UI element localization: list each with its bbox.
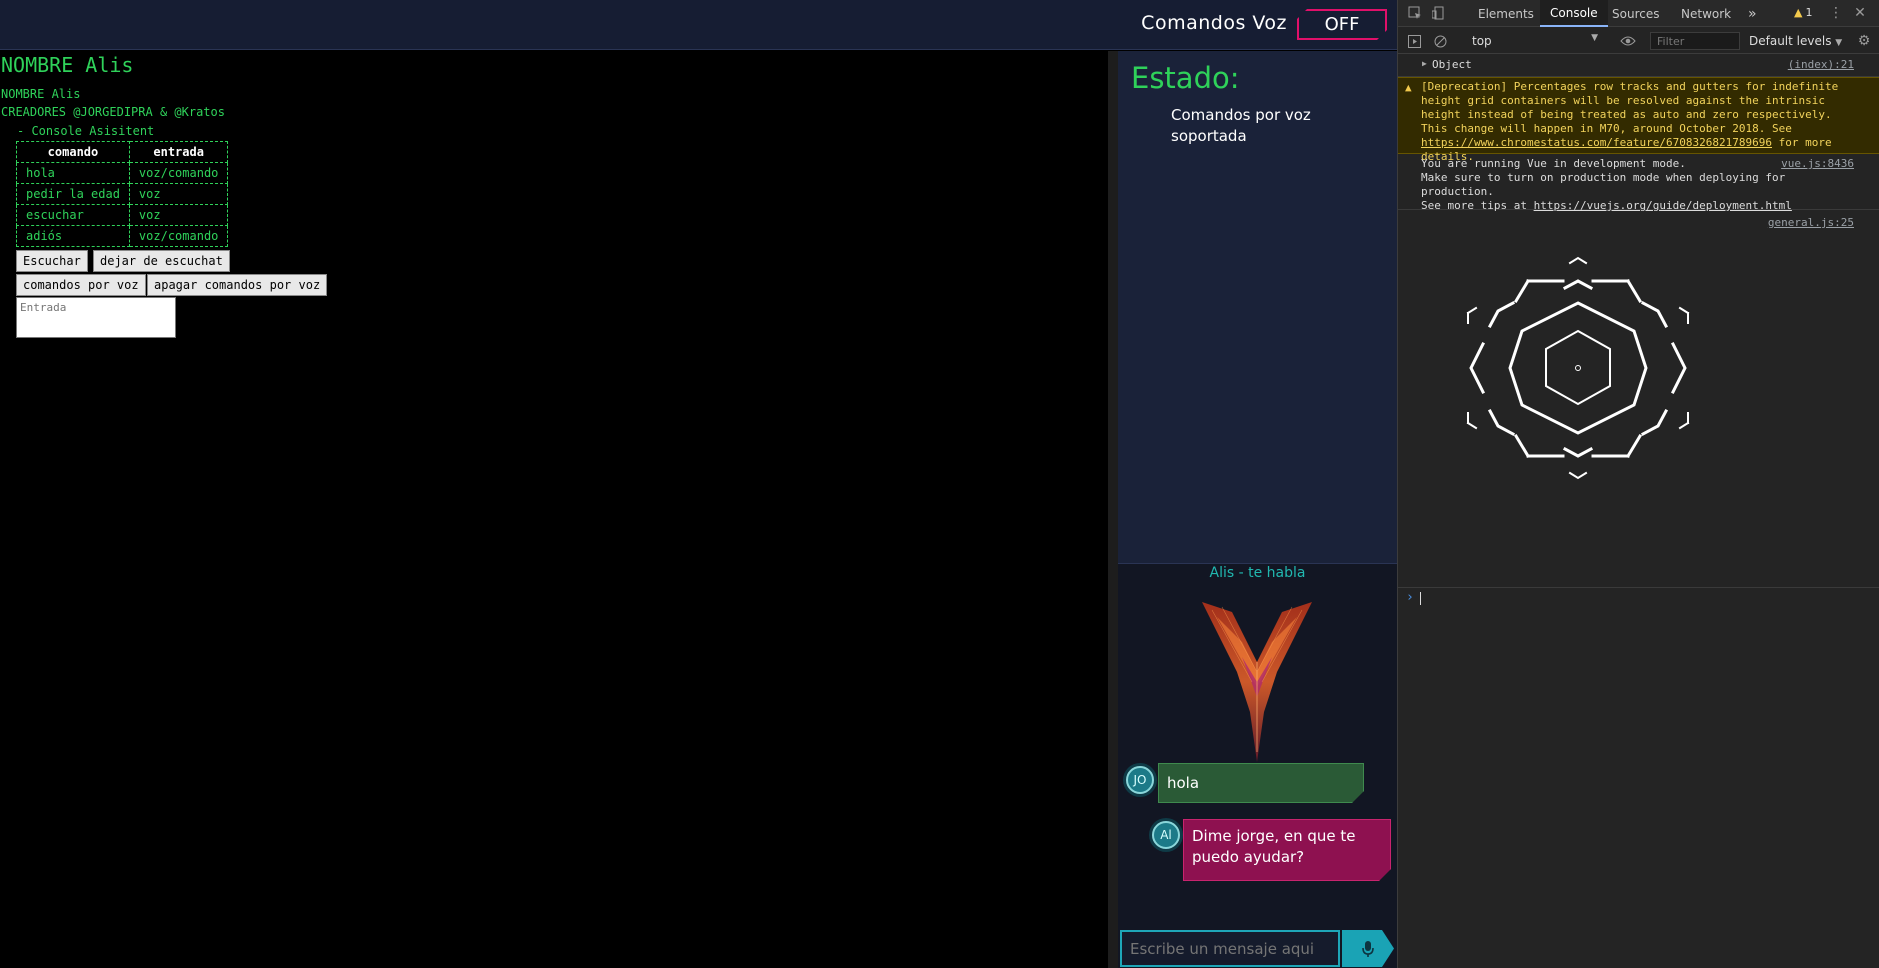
input-type-cell: voz/comando: [128, 225, 229, 247]
disable-voice-commands-button[interactable]: apagar comandos por voz: [147, 274, 328, 296]
warning-icon: ▲: [1405, 81, 1412, 94]
command-cell: hola: [16, 162, 130, 184]
assistant-message-bubble: Dime jorge, en que te puedo ayudar?: [1183, 819, 1391, 881]
assistant-emblem-icon: [1202, 602, 1312, 762]
log-source-link[interactable]: (index):21: [1788, 58, 1854, 71]
app-header: Comandos Voz OFF: [0, 0, 1397, 50]
voice-commands-button[interactable]: comandos por voz: [16, 274, 146, 296]
console-toolbar: top ▼ Filter Default levels ▼ ⚙: [1398, 28, 1879, 54]
eye-icon[interactable]: [1620, 33, 1636, 49]
console-prompt[interactable]: ›: [1398, 587, 1879, 609]
text-cursor: [1420, 592, 1421, 605]
expand-triangle-icon[interactable]: ▶: [1422, 59, 1427, 68]
command-cell: adiós: [16, 225, 130, 247]
log-levels-dropdown[interactable]: Default levels ▼: [1749, 34, 1842, 48]
user-message-bubble: hola: [1158, 763, 1364, 803]
assistant-avatar: Al: [1152, 821, 1180, 849]
table-row: escuchar voz: [16, 204, 229, 226]
scrollbar-track[interactable]: [1108, 51, 1118, 968]
input-type-cell: voz: [128, 183, 229, 205]
filter-input[interactable]: Filter: [1650, 32, 1740, 50]
log-source-link[interactable]: vue.js:8436: [1781, 157, 1854, 170]
chevron-down-icon: ▼: [1835, 38, 1843, 48]
sidebar-toggle-icon[interactable]: [1406, 33, 1422, 49]
prompt-chevron-icon: ›: [1406, 590, 1414, 605]
vue-message: You are running Vue in development mode.…: [1421, 157, 1821, 213]
hexagon-logo-icon: [1466, 256, 1690, 480]
chat-title: Alis - te habla: [1209, 565, 1306, 581]
assistant-name-line: NOMBRE Alis: [1, 87, 81, 101]
assistant-console-panel: NOMBRE Alis NOMBRE Alis CREADORES @JORGE…: [0, 51, 1108, 968]
close-icon[interactable]: ✕: [1852, 5, 1868, 21]
tab-network[interactable]: Network: [1671, 0, 1741, 27]
gear-icon[interactable]: ⚙: [1856, 33, 1872, 49]
warning-count: 1: [1805, 6, 1813, 19]
microphone-icon: [1361, 940, 1375, 958]
warnings-counter[interactable]: ▲ 1: [1794, 6, 1812, 19]
column-header-comando: comando: [16, 141, 130, 163]
command-cell: pedir la edad: [16, 183, 130, 205]
log-levels-label: Default levels: [1749, 34, 1832, 48]
log-source-link[interactable]: general.js:25: [1768, 216, 1854, 229]
inspect-element-icon[interactable]: [1407, 5, 1423, 21]
column-header-entrada: entrada: [128, 141, 229, 163]
context-value: top: [1472, 34, 1492, 48]
log-entry-vue: You are running Vue in development mode.…: [1398, 155, 1879, 213]
listen-button[interactable]: Escuchar: [16, 250, 88, 272]
input-type-cell: voz: [128, 204, 229, 226]
log-entry-image: general.js:25: [1398, 211, 1879, 587]
input-type-cell: voz/comando: [128, 162, 229, 184]
log-entry-warning: ▲ [Deprecation] Percentages row tracks a…: [1398, 77, 1879, 163]
chat-panel: Alis - te habla JO hola Al Dime jorge, e…: [1118, 563, 1397, 968]
table-header-row: comando entrada: [16, 141, 229, 163]
warning-icon: ▲: [1794, 6, 1803, 19]
page-title: NOMBRE Alis: [1, 53, 134, 77]
commands-table: comando entrada hola voz/comando pedir l…: [16, 141, 229, 247]
log-object-label: Object: [1432, 58, 1472, 71]
clear-console-icon[interactable]: [1432, 33, 1448, 49]
kebab-menu-icon[interactable]: ⋮: [1828, 5, 1844, 21]
chevron-down-icon: ▼: [1591, 33, 1598, 43]
device-toolbar-icon[interactable]: [1431, 5, 1447, 21]
microphone-button[interactable]: [1342, 930, 1394, 967]
entrada-textarea[interactable]: [16, 297, 176, 338]
warning-message: [Deprecation] Percentages row tracks and…: [1421, 80, 1861, 164]
tab-sources[interactable]: Sources: [1602, 0, 1669, 27]
console-output: ▶ Object (index):21 ▲ [Deprecation] Perc…: [1398, 55, 1879, 968]
status-text: Comandos por voz soportada: [1171, 106, 1311, 145]
tab-console[interactable]: Console: [1540, 0, 1608, 27]
devtools-tabbar: Elements Console Sources Network » ▲ 1 ⋮…: [1398, 0, 1879, 27]
devtools-panel: Elements Console Sources Network » ▲ 1 ⋮…: [1397, 0, 1879, 968]
status-panel: Estado: Comandos por voz soportada: [1118, 51, 1397, 563]
stop-listening-button[interactable]: dejar de escuchat: [93, 250, 230, 272]
voice-commands-toggle[interactable]: OFF: [1297, 9, 1387, 40]
context-selector[interactable]: top ▼: [1468, 32, 1598, 50]
more-tabs-button[interactable]: »: [1738, 0, 1767, 27]
creators-line: CREADORES @JORGEDIPRA & @Kratos: [1, 105, 225, 119]
table-row: hola voz/comando: [16, 162, 229, 184]
status-title: Estado:: [1131, 61, 1240, 95]
tab-elements[interactable]: Elements: [1468, 0, 1544, 27]
log-entry-object[interactable]: ▶ Object (index):21: [1398, 55, 1879, 77]
table-row: pedir la edad voz: [16, 183, 229, 205]
warning-text: [Deprecation] Percentages row tracks and…: [1421, 80, 1845, 135]
voice-commands-label: Comandos Voz: [1141, 12, 1287, 34]
user-avatar: JO: [1126, 766, 1154, 794]
message-input[interactable]: [1120, 930, 1340, 967]
table-row: adiós voz/comando: [16, 225, 229, 247]
command-cell: escuchar: [16, 204, 130, 226]
warning-link[interactable]: https://www.chromestatus.com/feature/670…: [1421, 136, 1772, 149]
console-title: - Console Asisitent: [17, 124, 155, 138]
